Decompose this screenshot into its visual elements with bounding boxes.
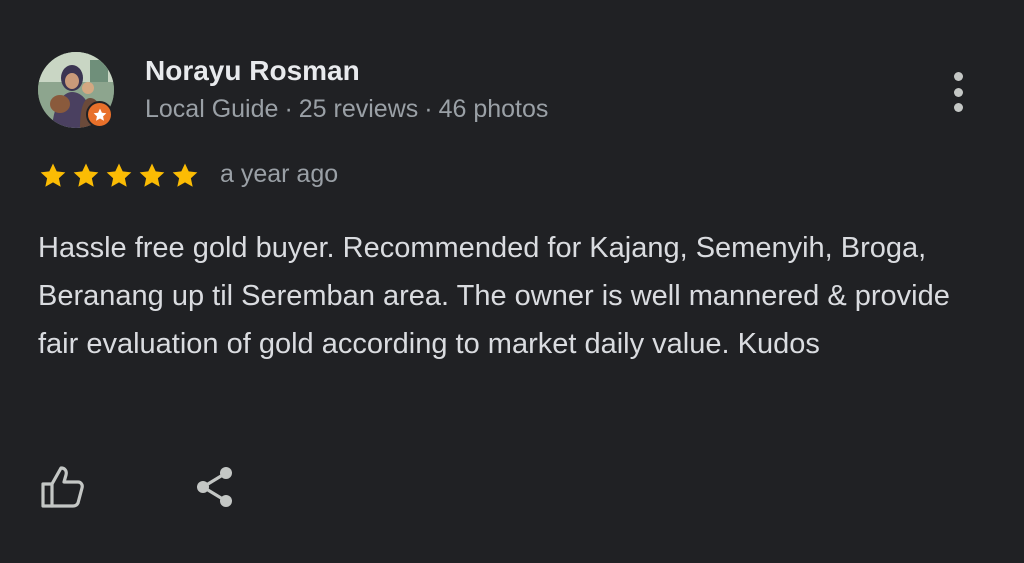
local-guide-badge xyxy=(86,101,113,128)
review-text: Hassle free gold buyer. Recommended for … xyxy=(38,232,950,360)
more-options-button[interactable] xyxy=(940,68,976,116)
share-button[interactable] xyxy=(193,464,237,510)
more-vert-icon-dot xyxy=(953,103,963,112)
star-icon xyxy=(40,163,66,187)
meta-separator: · xyxy=(284,95,293,123)
star-icon xyxy=(139,163,165,187)
like-button[interactable] xyxy=(38,462,88,510)
more-vert-icon-dot xyxy=(953,87,963,97)
star-icon xyxy=(73,163,99,187)
meta-separator: · xyxy=(424,95,433,123)
reviewer-meta: Local Guide · 25 reviews · 46 photos xyxy=(145,95,548,124)
share-icon xyxy=(197,467,232,507)
star-rating xyxy=(38,161,200,191)
reviewer-name[interactable]: Norayu Rosman xyxy=(145,55,360,87)
star-badge-icon xyxy=(93,108,106,121)
star-icon xyxy=(106,163,132,187)
thumb-up-icon xyxy=(41,466,84,508)
star-icon xyxy=(172,163,198,187)
review-age: a year ago xyxy=(220,160,339,188)
review-card: Norayu Rosman Local Guide · 25 reviews · 46 … xyxy=(0,0,1024,563)
reviewer-level: Local Guide xyxy=(145,95,279,123)
reviewer-review-count: 25 reviews xyxy=(298,95,419,123)
more-vert-icon xyxy=(953,72,963,81)
reviewer-photo-count: 46 photos xyxy=(438,95,549,123)
